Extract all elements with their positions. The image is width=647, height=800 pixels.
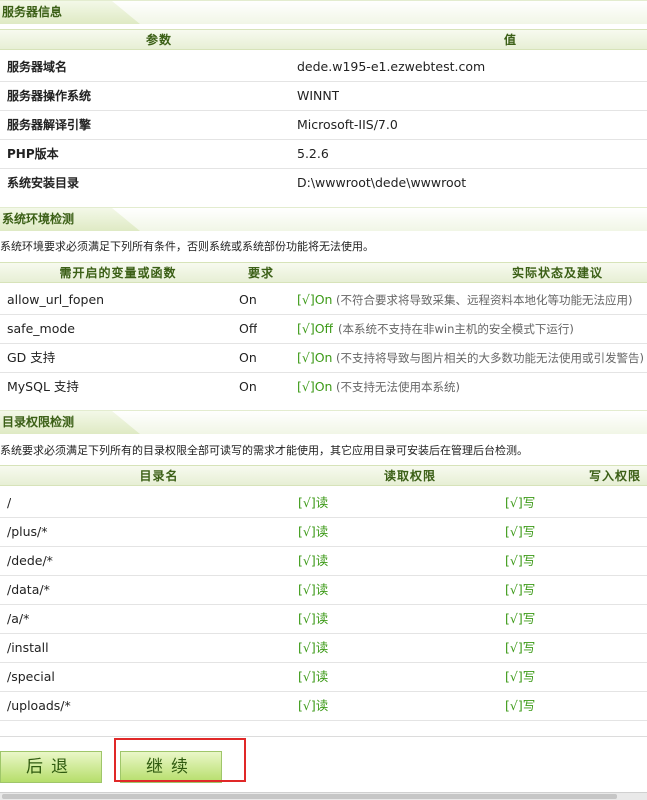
env-var-advice: (不支持无法使用本系统) (336, 380, 460, 394)
column-value: 值 (503, 33, 517, 47)
env-var-status: [√]On (297, 379, 333, 394)
table-row: safe_mode Off [√]Off (本系统不支持在非win主机的安全模式… (0, 315, 647, 344)
column-dir-name: 目录名 (139, 469, 179, 483)
dir-perm-note: 系统要求必须满足下列所有的目录权限全部可读写的需求才能使用，其它应用目录可安装后… (0, 444, 528, 457)
env-var-name: GD 支持 (7, 350, 56, 365)
table-row: PHP版本 5.2.6 (0, 140, 647, 169)
env-check-note: 系统环境要求必须满足下列所有条件，否则系统或系统部份功能将无法使用。 (0, 240, 374, 253)
table-row: GD 支持 On [√]On (不支持将导致与图片相关的大多数功能无法使用或引发… (0, 344, 647, 373)
server-param-value: 5.2.6 (297, 146, 329, 161)
dir-read-status: [√]读 (298, 640, 329, 655)
dir-read-status: [√]读 (298, 582, 329, 597)
column-param: 参数 (145, 33, 172, 47)
table-row: allow_url_fopen On [√]On (不符合要求将导致采集、远程资… (0, 286, 647, 315)
dir-read-status: [√]读 (298, 553, 329, 568)
env-var-status: [√]On (297, 292, 333, 307)
env-check-header: 系统环境检测 (0, 207, 647, 231)
dir-write-status: [√]写 (505, 553, 536, 568)
env-var-name: allow_url_fopen (7, 292, 105, 307)
env-var-advice: (不符合要求将导致采集、远程资料本地化等功能无法应用) (336, 293, 633, 307)
dir-write-status: [√]写 (505, 582, 536, 597)
env-var-requirement: On (239, 379, 257, 394)
column-write: 写入权限 (588, 469, 641, 483)
server-info-title: 服务器信息 (0, 1, 140, 24)
table-row: MySQL 支持 On [√]On (不支持无法使用本系统) (0, 373, 647, 402)
dir-path: /uploads/* (7, 698, 71, 713)
column-status: 实际状态及建议 (511, 266, 603, 280)
dir-write-status: [√]写 (505, 611, 536, 626)
dir-path: / (7, 495, 12, 510)
dir-write-status: [√]写 (505, 495, 536, 510)
dir-perm-column-header: 目录名 读取权限 写入权限 (0, 465, 647, 486)
dir-perm-header: 目录权限检测 (0, 410, 647, 434)
dir-path: /plus/* (7, 524, 48, 539)
dir-write-status: [√]写 (505, 698, 536, 713)
server-info-header: 服务器信息 (0, 0, 647, 24)
dir-read-status: [√]读 (298, 524, 329, 539)
server-param-label: 系统安装目录 (7, 176, 80, 190)
table-row: /a/* [√]读 [√]写 (0, 605, 647, 634)
server-param-label: 服务器操作系统 (7, 89, 92, 103)
table-row: 系统安装目录 D:\wwwroot\dede\wwwroot (0, 169, 647, 198)
dir-read-status: [√]读 (298, 669, 329, 684)
dir-path: /dede/* (7, 553, 53, 568)
horizontal-scrollbar[interactable] (0, 792, 647, 800)
server-param-value: Microsoft-IIS/7.0 (297, 117, 398, 132)
table-row: /plus/* [√]读 [√]写 (0, 518, 647, 547)
button-bar: 后退 继续 (0, 736, 647, 800)
column-read: 读取权限 (383, 469, 436, 483)
dir-write-status: [√]写 (505, 669, 536, 684)
env-var-name: safe_mode (7, 321, 75, 336)
table-row: /dede/* [√]读 [√]写 (0, 547, 647, 576)
env-var-name: MySQL 支持 (7, 379, 79, 394)
env-var-status: [√]Off (297, 321, 334, 336)
server-param-label: PHP版本 (7, 147, 59, 161)
dir-perm-title: 目录权限检测 (0, 411, 140, 434)
table-row: 服务器解译引擎 Microsoft-IIS/7.0 (0, 111, 647, 140)
env-var-advice: (不支持将导致与图片相关的大多数功能无法使用或引发警告) (336, 351, 644, 365)
dir-path: /data/* (7, 582, 50, 597)
env-var-requirement: On (239, 350, 257, 365)
server-param-value: D:\wwwroot\dede\wwwroot (297, 175, 467, 190)
dir-path: /a/* (7, 611, 30, 626)
env-var-advice: (本系统不支持在非win主机的安全模式下运行) (338, 322, 574, 336)
back-button[interactable]: 后退 (0, 751, 102, 783)
table-row: 服务器域名 dede.w195-e1.ezwebtest.com (0, 53, 647, 82)
scrollbar-thumb[interactable] (2, 794, 617, 799)
table-row: / [√]读 [√]写 (0, 489, 647, 518)
env-var-requirement: Off (239, 321, 258, 336)
table-row: /special [√]读 [√]写 (0, 663, 647, 692)
dir-write-status: [√]写 (505, 640, 536, 655)
server-info-column-header: 参数 值 (0, 29, 647, 50)
env-var-requirement: On (239, 292, 257, 307)
env-check-title: 系统环境检测 (0, 208, 140, 231)
table-row: /uploads/* [√]读 [√]写 (0, 692, 647, 721)
server-param-value: WINNT (297, 88, 340, 103)
dir-write-status: [√]写 (505, 524, 536, 539)
table-row: /data/* [√]读 [√]写 (0, 576, 647, 605)
dir-path: /special (7, 669, 55, 684)
server-param-label: 服务器域名 (7, 60, 68, 74)
continue-button-highlight (114, 738, 246, 782)
dir-path: /install (7, 640, 49, 655)
column-variable: 需开启的变量或函数 (59, 266, 177, 280)
dir-read-status: [√]读 (298, 698, 329, 713)
dir-read-status: [√]读 (298, 495, 329, 510)
dir-read-status: [√]读 (298, 611, 329, 626)
table-row: /install [√]读 [√]写 (0, 634, 647, 663)
column-requirement: 要求 (247, 266, 274, 280)
server-param-value: dede.w195-e1.ezwebtest.com (297, 59, 486, 74)
env-var-status: [√]On (297, 350, 333, 365)
table-row: 服务器操作系统 WINNT (0, 82, 647, 111)
env-check-column-header: 需开启的变量或函数 要求 实际状态及建议 (0, 262, 647, 283)
server-param-label: 服务器解译引擎 (7, 118, 92, 132)
